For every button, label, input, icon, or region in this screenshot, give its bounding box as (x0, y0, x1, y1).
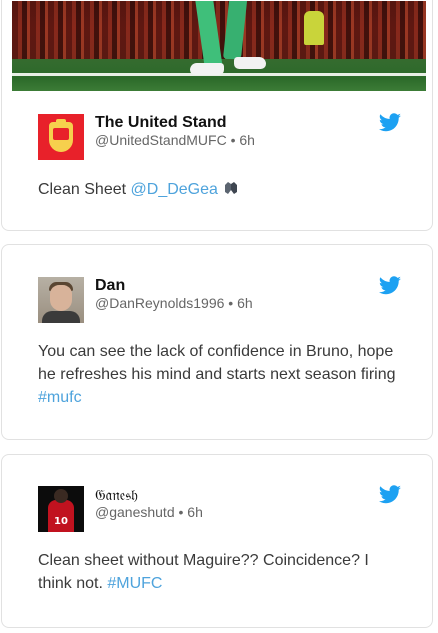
tweet-text: You can see the lack of confidence in Br… (38, 343, 396, 406)
author-handle[interactable]: @UnitedStandMUFC • 6h (95, 132, 255, 148)
twitter-bird-icon[interactable] (378, 274, 402, 298)
hashtag-link[interactable]: #mufc (38, 389, 82, 406)
twitter-bird-icon[interactable] (378, 111, 402, 135)
tweet-time: 6h (237, 295, 253, 311)
gloves-emoji-icon (224, 182, 237, 194)
player-boot (190, 63, 224, 75)
tweet-card[interactable]: 10 𝔊𝔞𝔫𝔢𝔰𝔥 @ganeshutd • 6h Clean sheet wi… (1, 454, 433, 628)
avatar[interactable]: 10 (38, 486, 84, 532)
crest-inner (53, 128, 69, 140)
avatar[interactable] (38, 114, 84, 160)
tweet-text: Clean Sheet @D_DeGea (38, 178, 398, 201)
mention-link[interactable]: @D_DeGea (131, 181, 218, 198)
steward-figure (304, 11, 324, 45)
tweet-card[interactable]: Dan @DanReynolds1996 • 6h You can see th… (1, 244, 433, 440)
tweet-card[interactable]: The United Stand @UnitedStandMUFC • 6h C… (1, 0, 433, 231)
avatar-body (42, 311, 80, 323)
player-boot (234, 57, 266, 69)
author-handle[interactable]: @DanReynolds1996 • 6h (95, 295, 253, 311)
avatar-head (54, 489, 68, 503)
author-name[interactable]: 𝔊𝔞𝔫𝔢𝔰𝔥 (95, 486, 138, 504)
tweet-header: Dan @DanReynolds1996 • 6h (38, 274, 408, 325)
tweet-media-image[interactable] (12, 1, 426, 91)
avatar-number: 10 (54, 516, 68, 527)
tweet-time: 6h (187, 504, 203, 520)
tweet-header: 10 𝔊𝔞𝔫𝔢𝔰𝔥 @ganeshutd • 6h (38, 483, 408, 534)
avatar[interactable] (38, 277, 84, 323)
tweet-header: The United Stand @UnitedStandMUFC • 6h (38, 111, 408, 162)
author-handle[interactable]: @ganeshutd • 6h (95, 504, 203, 520)
twitter-bird-icon[interactable] (378, 483, 402, 507)
tweet-text: Clean sheet without Maguire?? Coincidenc… (38, 552, 369, 592)
tweet-time: 6h (239, 132, 255, 148)
avatar-face (50, 285, 72, 311)
hashtag-link[interactable]: #MUFC (107, 575, 162, 592)
author-name[interactable]: Dan (95, 277, 125, 295)
crest-ship (56, 119, 66, 126)
author-name[interactable]: The United Stand (95, 114, 227, 132)
